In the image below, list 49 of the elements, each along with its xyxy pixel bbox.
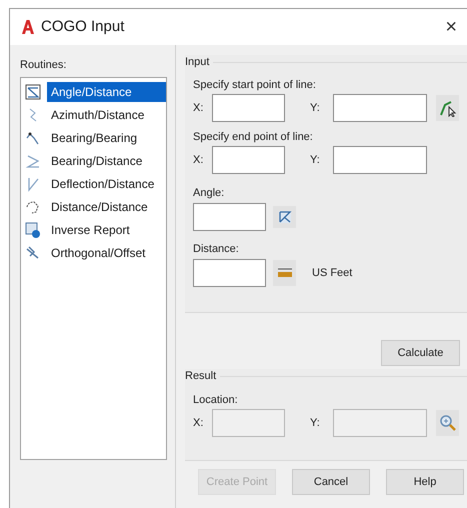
pick-point-button[interactable] bbox=[436, 95, 459, 121]
app-logo-icon bbox=[21, 20, 35, 34]
pick-cursor-icon bbox=[438, 99, 456, 117]
dialog-button[interactable]: Cancel bbox=[292, 469, 370, 495]
input-field[interactable] bbox=[193, 259, 266, 287]
routine-item[interactable]: Angle/Distance bbox=[47, 82, 166, 102]
routine-icon bbox=[25, 130, 41, 146]
x-label: X: bbox=[193, 100, 204, 116]
zoom-icon bbox=[438, 414, 456, 432]
routine-icon bbox=[25, 222, 41, 238]
input-field[interactable] bbox=[193, 203, 266, 231]
y-label: Y: bbox=[310, 152, 321, 168]
input-field[interactable] bbox=[333, 146, 427, 174]
field-label: Location: bbox=[193, 393, 239, 408]
x-label: X: bbox=[193, 416, 204, 431]
measure-icon bbox=[276, 267, 292, 279]
routine-item[interactable]: Bearing/Bearing bbox=[47, 128, 166, 148]
close-button[interactable]: × bbox=[443, 17, 459, 37]
y-label: Y: bbox=[310, 416, 321, 431]
x-label: X: bbox=[193, 152, 204, 168]
routine-item[interactable]: Deflection/Distance bbox=[47, 174, 166, 194]
routine-item[interactable]: Orthogonal/Offset bbox=[47, 243, 166, 263]
calculate-button[interactable]: Calculate bbox=[381, 340, 460, 366]
routine-item[interactable]: Bearing/Distance bbox=[47, 151, 166, 171]
input-field[interactable] bbox=[333, 94, 427, 122]
y-label: Y: bbox=[310, 100, 321, 116]
field-label: Specify start point of line: bbox=[193, 78, 317, 93]
distance-pick-button[interactable] bbox=[273, 260, 296, 286]
field-label: Specify end point of line: bbox=[193, 130, 314, 145]
zoom-button[interactable] bbox=[436, 410, 459, 436]
routines-label: Routines: bbox=[20, 58, 68, 73]
routine-icon bbox=[25, 84, 41, 100]
routine-item[interactable]: Azimuth/Distance bbox=[47, 105, 166, 125]
result-group-title: Result bbox=[185, 368, 218, 384]
routine-item[interactable]: Distance/Distance bbox=[47, 197, 166, 217]
units-label: US Feet bbox=[312, 266, 352, 281]
angle-pick-button[interactable] bbox=[273, 206, 296, 228]
input-field[interactable] bbox=[212, 94, 285, 122]
window-title: COGO Input bbox=[41, 16, 124, 37]
routine-icon bbox=[25, 199, 41, 215]
angle-icon bbox=[278, 210, 292, 224]
field-label: Distance: bbox=[193, 242, 240, 257]
field-label: Angle: bbox=[193, 186, 226, 201]
routine-icon bbox=[25, 153, 41, 169]
input-group-title: Input bbox=[185, 54, 210, 70]
input-field[interactable] bbox=[212, 146, 285, 174]
dialog-button[interactable]: Help bbox=[386, 469, 464, 495]
routine-icon bbox=[25, 245, 41, 261]
routine-item[interactable]: Inverse Report bbox=[47, 220, 166, 240]
